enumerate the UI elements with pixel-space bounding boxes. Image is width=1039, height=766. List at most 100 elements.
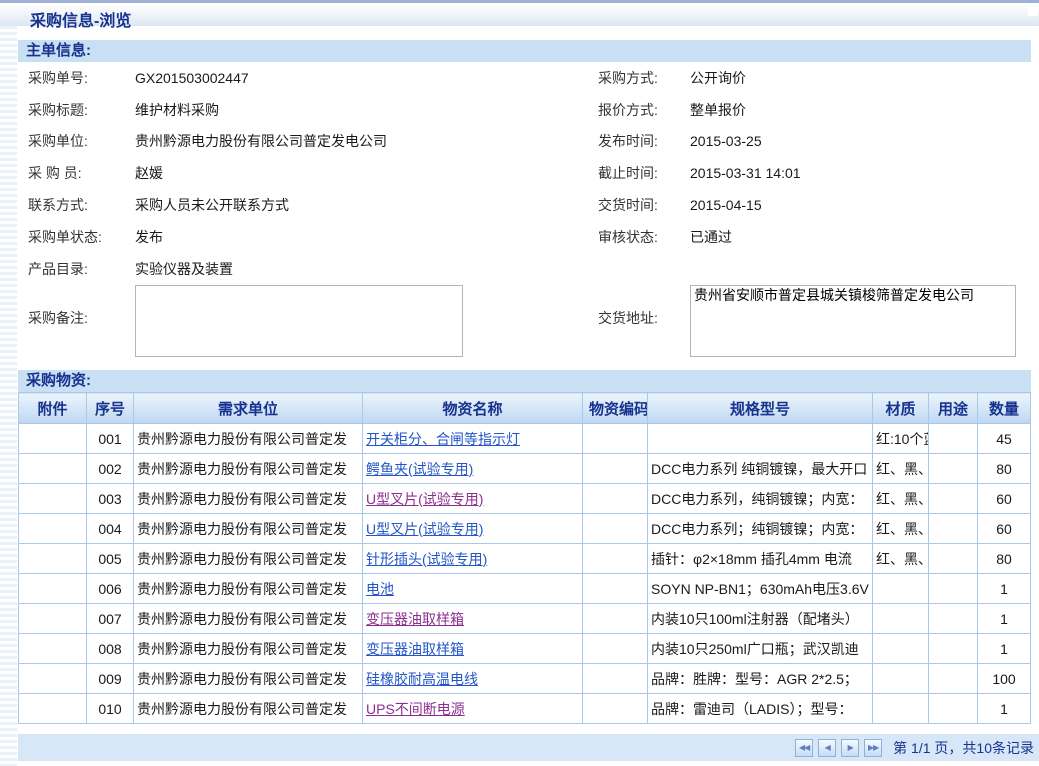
table-row: 004 贵州黔源电力股份有限公司普定发 U型叉片(试验专用) DCC电力系列；纯… <box>19 514 1031 544</box>
cell-code <box>583 424 648 454</box>
cell-seq: 001 <box>87 424 134 454</box>
field-row: 联系方式: 采购人员未公开联系方式 <box>28 189 588 221</box>
material-link[interactable]: 变压器油取样箱 <box>366 611 464 627</box>
field-row: 采购标题: 维护材料采购 <box>28 94 588 126</box>
cell-qty: 1 <box>978 574 1031 604</box>
prev-page-button[interactable]: ◀ <box>818 739 836 757</box>
field-value: 2015-03-31 14:01 <box>690 165 801 181</box>
next-page-button[interactable]: ▶ <box>841 739 859 757</box>
cell-qty: 60 <box>978 514 1031 544</box>
field-label: 采购单号: <box>28 68 135 88</box>
col-header-material: 材质 <box>873 393 929 424</box>
cell-name: 开关柜分、合闸等指示灯 <box>363 424 583 454</box>
cell-spec: DCC电力系列 纯铜镀镍，最大开口 <box>648 454 873 484</box>
table-row: 006 贵州黔源电力股份有限公司普定发 电池 SOYN NP-BN1；630mA… <box>19 574 1031 604</box>
cell-name: 变压器油取样箱 <box>363 604 583 634</box>
col-header-spec: 规格型号 <box>648 393 873 424</box>
cell-seq: 009 <box>87 664 134 694</box>
cell-unit: 贵州黔源电力股份有限公司普定发 <box>134 694 363 724</box>
cell-seq: 007 <box>87 604 134 634</box>
remark-textarea[interactable] <box>135 285 463 357</box>
material-link[interactable]: 变压器油取样箱 <box>366 641 464 657</box>
main-info-right-fields: 采购方式: 公开询价 报价方式: 整单报价 发布时间: 2015-03-25 截… <box>598 62 1028 253</box>
field-label: 采购单位: <box>28 131 135 151</box>
cell-attachment <box>19 454 87 484</box>
remark-label: 采购备注: <box>28 308 88 328</box>
arrow-left-icon: ◀ <box>825 743 830 752</box>
field-label: 审核状态: <box>598 227 690 247</box>
cell-material: 红:10个蓝 <box>873 424 929 454</box>
cell-attachment <box>19 604 87 634</box>
cell-material: 红、黑、 <box>873 484 929 514</box>
field-value: 2015-03-25 <box>690 133 762 149</box>
cell-material <box>873 694 929 724</box>
material-link[interactable]: U型叉片(试验专用) <box>366 491 483 507</box>
cell-unit: 贵州黔源电力股份有限公司普定发 <box>134 634 363 664</box>
cell-name: 硅橡胶耐高温电线 <box>363 664 583 694</box>
field-value: 维护材料采购 <box>135 100 219 120</box>
cell-spec: 品牌：胜牌：型号：AGR 2*2.5； <box>648 664 873 694</box>
cell-seq: 002 <box>87 454 134 484</box>
field-row: 发布时间: 2015-03-25 <box>598 126 1028 158</box>
delivery-address-textarea[interactable]: 贵州省安顺市普定县城关镇梭筛普定发电公司 <box>690 285 1016 357</box>
cell-unit: 贵州黔源电力股份有限公司普定发 <box>134 574 363 604</box>
field-label: 采购单状态: <box>28 227 135 247</box>
field-row: 采 购 员: 赵媛 <box>28 157 588 189</box>
cell-attachment <box>19 694 87 724</box>
arrow-right-icon: ▶ <box>848 743 853 752</box>
cell-unit: 贵州黔源电力股份有限公司普定发 <box>134 664 363 694</box>
cell-attachment <box>19 664 87 694</box>
cell-use <box>929 544 978 574</box>
cell-material: 红、黑、 <box>873 544 929 574</box>
cell-use <box>929 454 978 484</box>
field-value: 实验仪器及装置 <box>135 259 233 279</box>
material-link[interactable]: 电池 <box>366 581 394 597</box>
field-row: 报价方式: 整单报价 <box>598 94 1028 126</box>
cell-spec: 插针：φ2×18mm 插孔4mm 电流 <box>648 544 873 574</box>
table-row: 010 贵州黔源电力股份有限公司普定发 UPS不间断电源 品牌：雷迪司（LADI… <box>19 694 1031 724</box>
material-link[interactable]: UPS不间断电源 <box>366 701 465 717</box>
field-value: 公开询价 <box>690 68 746 88</box>
last-page-button[interactable]: ▶▶ <box>864 739 882 757</box>
col-header-attachment: 附件 <box>19 393 87 424</box>
field-label: 采购方式: <box>598 68 690 88</box>
cell-unit: 贵州黔源电力股份有限公司普定发 <box>134 544 363 574</box>
col-header-unit: 需求单位 <box>134 393 363 424</box>
material-link[interactable]: 开关柜分、合闸等指示灯 <box>366 431 520 447</box>
cell-material <box>873 604 929 634</box>
material-link[interactable]: U型叉片(试验专用) <box>366 521 483 537</box>
cell-spec: 内装10只250ml广口瓶；武汉凯迪 <box>648 634 873 664</box>
cell-material: 红、黑、 <box>873 514 929 544</box>
double-arrow-right-icon: ▶▶ <box>868 743 878 752</box>
main-info-left-fields: 采购单号: GX201503002447 采购标题: 维护材料采购 采购单位: … <box>28 62 588 285</box>
field-label: 发布时间: <box>598 131 690 151</box>
field-label: 交货时间: <box>598 195 690 215</box>
table-row: 003 贵州黔源电力股份有限公司普定发 U型叉片(试验专用) DCC电力系列，纯… <box>19 484 1031 514</box>
cell-code <box>583 634 648 664</box>
field-row: 交货时间: 2015-04-15 <box>598 189 1028 221</box>
field-value: 2015-04-15 <box>690 197 762 213</box>
cell-use <box>929 604 978 634</box>
cell-name: U型叉片(试验专用) <box>363 484 583 514</box>
first-page-button[interactable]: ◀◀ <box>795 739 813 757</box>
cell-attachment <box>19 514 87 544</box>
cell-use <box>929 424 978 454</box>
cell-code <box>583 664 648 694</box>
col-header-use: 用途 <box>929 393 978 424</box>
cell-name: U型叉片(试验专用) <box>363 514 583 544</box>
cell-use <box>929 694 978 724</box>
col-header-qty: 数量 <box>978 393 1031 424</box>
cell-spec: SOYN NP-BN1；630mAh电压3.6V <box>648 574 873 604</box>
cell-code <box>583 544 648 574</box>
cell-attachment <box>19 574 87 604</box>
delivery-address-label: 交货地址: <box>598 308 658 328</box>
table-row: 005 贵州黔源电力股份有限公司普定发 针形插头(试验专用) 插针：φ2×18m… <box>19 544 1031 574</box>
cell-name: 变压器油取样箱 <box>363 634 583 664</box>
material-link[interactable]: 硅橡胶耐高温电线 <box>366 671 478 687</box>
material-link[interactable]: 针形插头(试验专用) <box>366 551 487 567</box>
field-row: 采购单号: GX201503002447 <box>28 62 588 94</box>
material-link[interactable]: 鳄鱼夹(试验专用) <box>366 461 473 477</box>
cell-qty: 45 <box>978 424 1031 454</box>
table-row: 007 贵州黔源电力股份有限公司普定发 变压器油取样箱 内装10只100ml注射… <box>19 604 1031 634</box>
cell-qty: 1 <box>978 694 1031 724</box>
